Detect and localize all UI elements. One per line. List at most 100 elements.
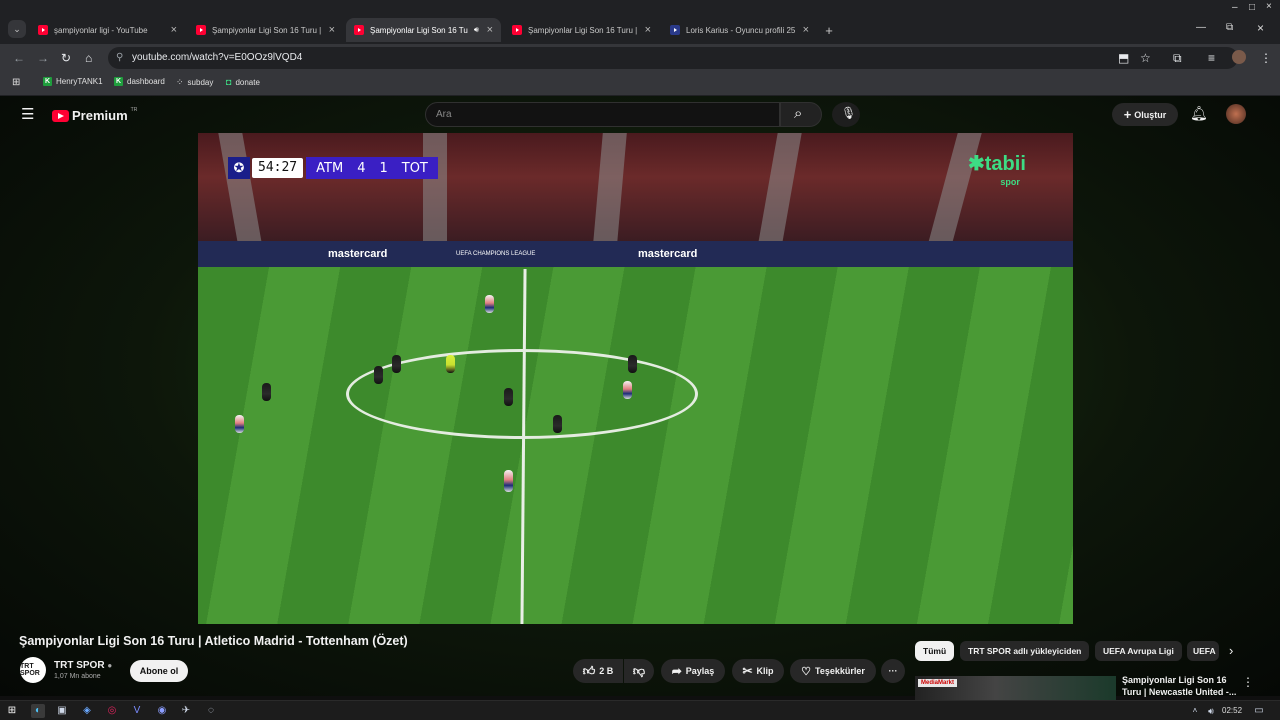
player-tot — [374, 366, 383, 384]
minimize-icon[interactable]: – — [1232, 2, 1238, 13]
channel-avatar[interactable]: TRT SPOR — [20, 657, 46, 683]
media-icon[interactable]: ≡ — [1208, 51, 1215, 65]
bookmarks-bar: ⊞ K HenryTANK1 Kdashboard ⁘ subday ◘ donate — [0, 72, 1280, 96]
maximize-icon[interactable]: □ — [1249, 2, 1255, 13]
search-icon: ⌕ — [794, 105, 803, 122]
like-button[interactable]: 👍︎ 2 B — [573, 659, 623, 683]
bookmark-subday[interactable]: ⁘ subday — [176, 77, 213, 88]
youtube-logo[interactable]: Premium TR — [52, 106, 138, 123]
minimize-icon[interactable]: — — [1196, 22, 1206, 33]
thanks-button[interactable]: ♡ Teşekkürler — [790, 659, 876, 683]
recommended-title[interactable]: Şampiyonlar Ligi Son 16 Turu | Newcastle… — [1122, 674, 1237, 698]
url-field[interactable]: ⚲ youtube.com/watch?v=E0OOz9lVQD4 — [108, 47, 1238, 69]
share-button[interactable]: ➦ Paylaş — [661, 659, 725, 683]
volume-icon[interactable]: 🔊︎ — [1204, 704, 1218, 718]
channel-name[interactable]: TRT SPOR — [54, 660, 105, 671]
scissors-icon: ✂ — [742, 664, 753, 678]
bookmark-label: subday — [187, 78, 214, 87]
tab-2[interactable]: Şampiyonlar Ligi Son 16 Turu | × — [188, 18, 343, 42]
tabii-icon: ✱ — [968, 153, 985, 175]
menu-icon[interactable]: ⋮ — [1260, 51, 1272, 65]
reload-icon[interactable]: ↻ — [61, 51, 71, 65]
star-icon[interactable]: ☆ — [1140, 51, 1151, 65]
bookmark-dashboard[interactable]: Kdashboard — [114, 77, 165, 86]
bell-icon[interactable]: 🔔︎ — [1190, 105, 1208, 122]
app-icon[interactable]: ◎ — [105, 704, 119, 718]
close-icon[interactable]: × — [645, 24, 651, 36]
close-icon[interactable]: × — [171, 24, 177, 36]
site-icon — [670, 25, 680, 35]
logo-text: Premium — [72, 108, 128, 123]
install-icon[interactable]: ⬒ — [1118, 51, 1129, 65]
close-window-icon[interactable]: × — [1257, 21, 1264, 35]
chip-uefa[interactable]: UEFA — [1187, 641, 1219, 661]
url-text: youtube.com/watch?v=E0OOz9lVQD4 — [132, 52, 303, 63]
account-avatar[interactable] — [1226, 104, 1246, 124]
app-icon[interactable]: ◌ — [204, 704, 218, 718]
score-panel: ATM 4 1 TOT — [306, 157, 438, 179]
thanks-label: Teşekkürler — [815, 666, 865, 676]
bookmark-henrytank1[interactable]: K HenryTANK1 — [43, 77, 103, 86]
microphone-icon: 🎙︎ — [841, 106, 857, 120]
steam-icon[interactable]: ✈ — [179, 704, 193, 718]
extensions-icon[interactable]: ⧉ — [1173, 51, 1182, 66]
bookmark-label: HenryTANK1 — [56, 77, 103, 86]
back-icon[interactable]: ← — [13, 51, 25, 65]
app-icon[interactable]: ◈ — [80, 704, 94, 718]
hamburger-menu-icon[interactable]: ☰ — [21, 105, 34, 123]
recommended-thumbnail[interactable]: MediaMarkt — [915, 676, 1116, 700]
chip-all[interactable]: Tümü — [915, 641, 955, 661]
profile-avatar[interactable] — [1232, 50, 1246, 64]
create-button[interactable]: + Oluştur — [1112, 103, 1178, 126]
chevron-right-icon[interactable]: › — [1229, 643, 1233, 658]
site-info-icon[interactable]: ⚲ — [116, 47, 123, 69]
tab-title: Şampiyonlar Ligi Son 16 Turu | — [528, 25, 638, 35]
discord-icon[interactable]: ◉ — [155, 704, 169, 718]
home-team: ATM — [316, 160, 344, 176]
bookmark-donate[interactable]: ◘ donate — [226, 77, 260, 87]
subscribe-button[interactable]: Abone ol — [130, 660, 188, 682]
kebab-menu-icon[interactable]: ⋮ — [1242, 675, 1254, 689]
clip-button[interactable]: ✂ Klip — [732, 659, 784, 683]
apps-grid-icon[interactable]: ⊞ — [12, 77, 20, 88]
video-player[interactable]: mastercard UEFA CHAMPIONS LEAGUE masterc… — [198, 133, 1073, 624]
restore-icon[interactable]: ⧉ — [1226, 22, 1233, 33]
tray-chevron-icon[interactable]: ˄ — [1188, 704, 1202, 718]
dislike-button[interactable]: 👎︎ — [624, 659, 654, 683]
advertising-boards: mastercard UEFA CHAMPIONS LEAGUE masterc… — [198, 241, 1073, 267]
video-title: Şampiyonlar Ligi Son 16 Turu | Atletico … — [19, 634, 408, 648]
create-label: Oluştur — [1134, 109, 1167, 120]
new-tab-button[interactable]: + — [820, 18, 838, 42]
file-explorer-icon[interactable]: ▣ — [55, 704, 69, 718]
windows-start-icon[interactable]: ⊞ — [5, 704, 19, 718]
chip-europa-league[interactable]: UEFA Avrupa Ligi — [1095, 641, 1182, 661]
app-icon[interactable]: V — [130, 704, 144, 718]
home-icon[interactable]: ⌂ — [85, 51, 92, 65]
kick-icon: K — [43, 77, 52, 86]
tab-5[interactable]: Loris Karius - Oyuncu profili 25 × — [662, 18, 817, 42]
tab-3-active[interactable]: Şampiyonlar Ligi Son 16 Tu 🔊︎ × — [346, 18, 501, 42]
edge-icon[interactable]: ◐ — [31, 704, 45, 718]
more-actions-button[interactable]: ··· — [881, 659, 905, 683]
close-icon[interactable]: × — [803, 24, 809, 36]
tab-4[interactable]: Şampiyonlar Ligi Son 16 Turu | × — [504, 18, 659, 42]
notification-icon[interactable]: ▭ — [1252, 704, 1266, 718]
close-window-icon[interactable]: × — [1266, 1, 1272, 12]
close-icon[interactable]: × — [487, 24, 493, 36]
tab-1[interactable]: şampiyonlar ligi - YouTube × — [30, 18, 185, 42]
tab-search-button[interactable]: ⌄ — [8, 20, 26, 38]
like-count: 2 B — [599, 666, 614, 676]
thumb-logo: MediaMarkt — [918, 679, 958, 687]
logo-region: TR — [130, 106, 138, 113]
search-button[interactable]: ⌕ — [780, 102, 822, 127]
channel-info[interactable]: TRT SPOR TRT SPOR ● 1,07 Mn abone — [20, 657, 112, 683]
share-icon: ➦ — [671, 664, 682, 678]
plus-icon: + — [1123, 107, 1132, 122]
voice-search-button[interactable]: 🎙︎ — [832, 102, 860, 127]
search-input[interactable]: Ara — [425, 102, 780, 127]
chip-from-channel[interactable]: TRT SPOR adlı yükleyiciden — [960, 641, 1090, 661]
close-icon[interactable]: × — [329, 24, 335, 36]
speaker-icon[interactable]: 🔊︎ — [474, 25, 479, 35]
share-label: Paylaş — [685, 666, 715, 676]
forward-icon[interactable]: → — [37, 51, 49, 65]
